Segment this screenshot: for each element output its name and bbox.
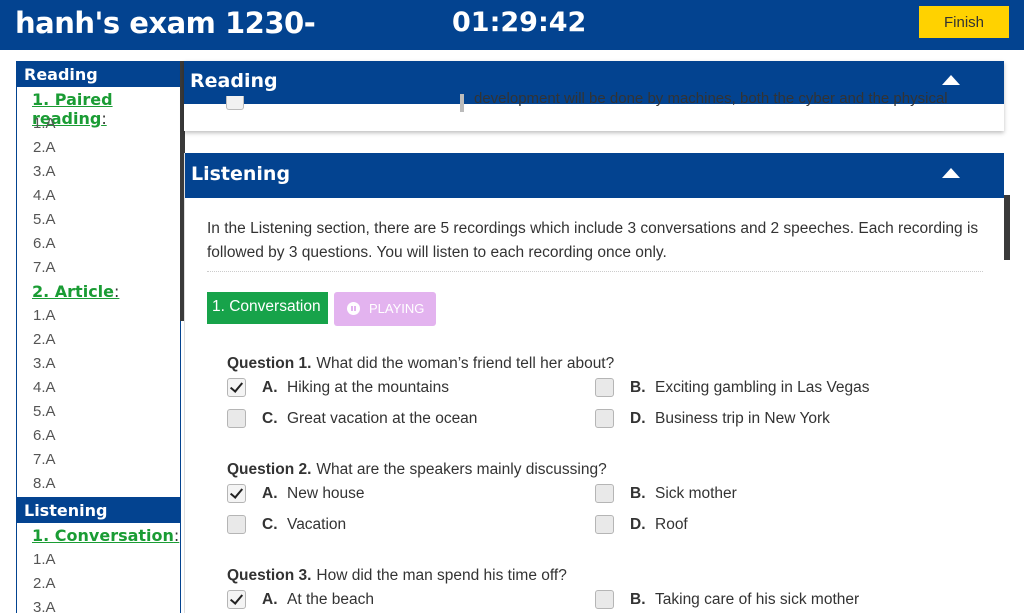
- exam-title: hanh's exam 1230-: [15, 6, 316, 40]
- sidebar-item[interactable]: 6.A: [17, 423, 180, 447]
- sidebar-section-reading[interactable]: Reading: [17, 61, 180, 87]
- sidebar-item[interactable]: 3.A: [17, 351, 180, 375]
- reading-panel: Reading development will be done by mach…: [184, 61, 1004, 131]
- sidebar-item[interactable]: 3.A: [17, 159, 180, 183]
- sidebar-item[interactable]: 5.A: [17, 207, 180, 231]
- question-2: Question 2. What are the speakers mainly …: [227, 461, 607, 478]
- divider: [207, 271, 983, 272]
- checkbox-checked[interactable]: [227, 590, 246, 609]
- checkbox-checked[interactable]: [227, 484, 246, 503]
- sidebar-item[interactable]: 7.A: [17, 255, 180, 279]
- pause-icon: [347, 302, 360, 315]
- passage-text: development will be done by machines, bo…: [474, 90, 948, 107]
- checkbox[interactable]: [227, 409, 246, 428]
- sidebar-group-paired-reading[interactable]: 1. Paired reading:: [17, 87, 180, 128]
- passage-divider: [460, 94, 464, 112]
- top-bar: hanh's exam 1230- 01:29:42 Finish: [0, 0, 1024, 50]
- sidebar-item[interactable]: 8.A: [17, 471, 180, 495]
- sidebar-item[interactable]: 2.A: [17, 135, 180, 159]
- sidebar-group-conversation[interactable]: 1. Conversation:: [17, 523, 180, 547]
- sidebar-item[interactable]: 4.A: [17, 183, 180, 207]
- sidebar-item[interactable]: 2.A: [17, 571, 180, 595]
- listening-instructions: In the Listening section, there are 5 re…: [207, 220, 979, 261]
- checkbox[interactable]: [595, 409, 614, 428]
- finish-button[interactable]: Finish: [919, 6, 1009, 38]
- collapse-caret-icon[interactable]: [942, 75, 960, 85]
- checkbox[interactable]: [226, 96, 244, 110]
- reading-panel-title: Reading: [190, 70, 278, 92]
- checkbox[interactable]: [595, 590, 614, 609]
- sidebar-item[interactable]: 1.A: [17, 303, 180, 327]
- checkbox[interactable]: [227, 515, 246, 534]
- sidebar-item[interactable]: 6.A: [17, 231, 180, 255]
- question-1: Question 1. What did the woman’s friend t…: [227, 355, 615, 372]
- conversation-tab[interactable]: 1. Conversation: [207, 292, 328, 324]
- sidebar-item[interactable]: 4.A: [17, 375, 180, 399]
- sidebar-section-listening[interactable]: Listening: [17, 497, 180, 523]
- content-scrollbar[interactable]: [1004, 195, 1010, 260]
- playing-label: PLAYING: [369, 301, 425, 316]
- sidebar-item[interactable]: 2.A: [17, 327, 180, 351]
- playing-indicator[interactable]: PLAYING: [334, 292, 436, 326]
- sidebar-group-article[interactable]: 2. Article:: [17, 279, 180, 303]
- sidebar-item[interactable]: 3.A: [17, 595, 180, 613]
- checkbox[interactable]: [595, 515, 614, 534]
- checkbox[interactable]: [595, 378, 614, 397]
- checkbox[interactable]: [595, 484, 614, 503]
- sidebar-item[interactable]: 5.A: [17, 399, 180, 423]
- question-3: Question 3. How did the man spend his tim…: [227, 567, 567, 584]
- sidebar-item[interactable]: 7.A: [17, 447, 180, 471]
- sidebar-item[interactable]: 1.A: [17, 547, 180, 571]
- collapse-caret-icon[interactable]: [942, 168, 960, 178]
- listening-panel: Listening In the Listening section, ther…: [184, 153, 1004, 613]
- checkbox-checked[interactable]: [227, 378, 246, 397]
- listening-panel-header[interactable]: Listening: [185, 153, 1004, 198]
- question-navigator: Reading 1. Paired reading: 1.A 2.A 3.A 4…: [16, 61, 181, 613]
- countdown-timer: 01:29:42: [452, 7, 587, 38]
- listening-panel-title: Listening: [191, 163, 291, 185]
